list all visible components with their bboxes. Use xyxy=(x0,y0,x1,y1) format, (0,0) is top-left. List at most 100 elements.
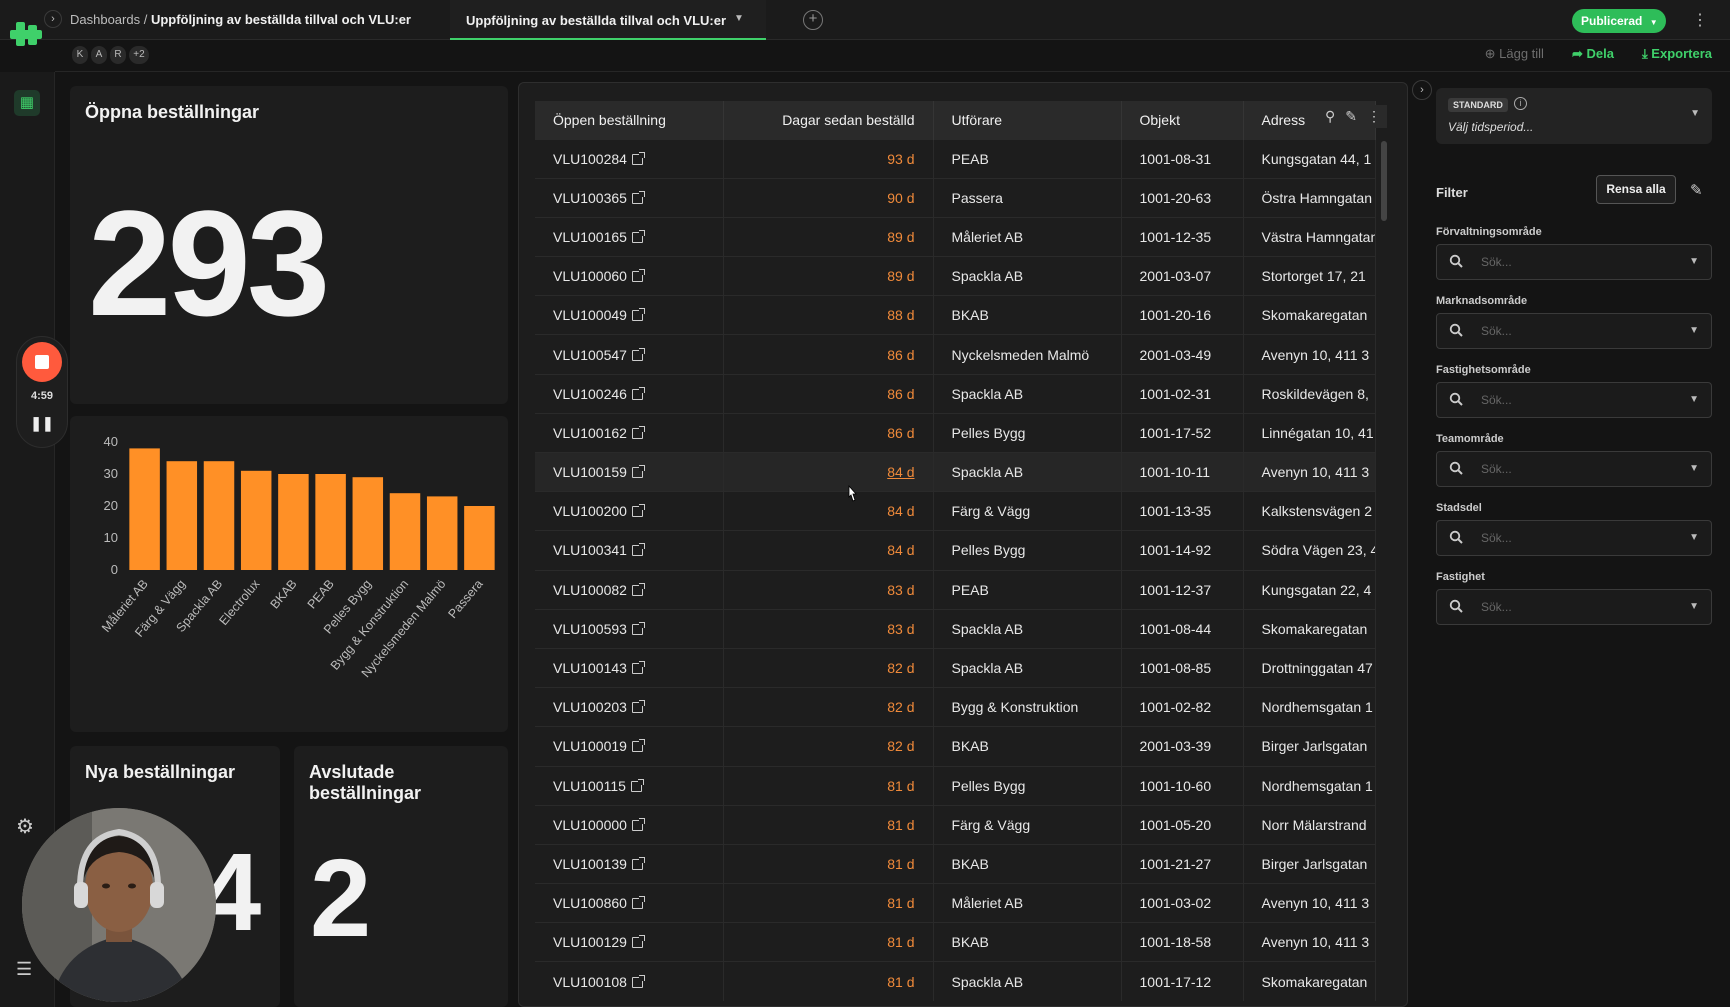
order-id-link[interactable]: VLU100203 xyxy=(535,687,724,727)
table-row[interactable]: VLU100200 84 d Färg & Vägg 1001-13-35 Kalkst… xyxy=(535,491,1376,531)
order-id-link[interactable]: VLU100115 xyxy=(535,765,724,806)
order-id-link-text[interactable]: VLU100365 xyxy=(553,190,627,206)
order-id-link-text[interactable]: VLU100162 xyxy=(553,425,627,441)
table-row[interactable]: VLU100246 86 d Spackla AB 1001-02-31 Roskild… xyxy=(535,373,1376,414)
avatar[interactable]: A xyxy=(91,46,107,64)
table-row[interactable]: VLU100143 82 d Spackla AB 1001-08-85 Drottni… xyxy=(535,647,1376,688)
table-row[interactable]: VLU100082 83 d PEAB 1001-12-37 Kungsgatan 22… xyxy=(535,569,1376,610)
table-row[interactable]: VLU100108 81 d Spackla AB 1001-17-12 Skomaka… xyxy=(535,961,1376,1002)
order-id-link-text[interactable]: VLU100060 xyxy=(553,268,627,284)
table-row[interactable]: VLU100129 81 d BKAB 1001-18-58 Avenyn 10, 41… xyxy=(535,922,1376,962)
time-period-selector[interactable]: STANDARD i Välj tidsperiod... ▼ xyxy=(1436,88,1712,144)
external-link-icon[interactable] xyxy=(631,739,645,753)
order-id-link-text[interactable]: VLU100593 xyxy=(553,621,627,637)
order-id-link[interactable]: VLU100129 xyxy=(535,922,724,962)
bar[interactable] xyxy=(129,448,160,570)
column-header-days[interactable]: Dagar sedan beställd xyxy=(723,101,934,139)
external-link-icon[interactable] xyxy=(631,190,645,204)
column-header-object[interactable]: Objekt xyxy=(1121,101,1244,139)
table-row[interactable]: VLU100139 81 d BKAB 1001-21-27 Birger Jarlsg… xyxy=(535,843,1376,884)
external-link-icon[interactable] xyxy=(631,974,645,988)
order-id-link-text[interactable]: VLU100246 xyxy=(553,386,627,402)
table-row[interactable]: VLU100365 90 d Passera 1001-20-63 Östra Hamn… xyxy=(535,177,1376,218)
order-id-link[interactable]: VLU100284 xyxy=(535,138,724,179)
table-row[interactable]: VLU100203 82 d Bygg & Konstruktion 1001-02-… xyxy=(535,687,1376,727)
filter-search-select[interactable]: Sök... ▼ xyxy=(1436,451,1712,487)
order-id-link[interactable]: VLU100165 xyxy=(535,216,724,257)
order-id-link[interactable]: VLU100060 xyxy=(535,256,724,296)
order-id-link[interactable]: VLU100365 xyxy=(535,177,724,218)
collaborator-avatars[interactable]: K A R +2 xyxy=(72,46,149,64)
external-link-icon[interactable] xyxy=(631,465,645,479)
bar[interactable] xyxy=(426,496,458,570)
order-id-link-text[interactable]: VLU100082 xyxy=(553,582,627,598)
expand-sidebar-button[interactable]: › xyxy=(44,10,62,28)
publish-status-button[interactable]: Publicerad ▼ xyxy=(1572,9,1666,33)
column-header-order[interactable]: Öppen beställning xyxy=(535,101,724,139)
add-tab-button[interactable]: + xyxy=(803,10,823,30)
more-options-icon[interactable]: ⋮ xyxy=(1367,108,1381,125)
external-link-icon[interactable] xyxy=(631,151,645,165)
edit-filters-icon[interactable]: ✎ xyxy=(1690,181,1703,199)
order-id-link[interactable]: VLU100159 xyxy=(535,451,724,492)
table-row[interactable]: VLU100115 81 d Pelles Bygg 1001-10-60 Nordhe… xyxy=(535,765,1376,806)
external-link-icon[interactable] xyxy=(631,504,645,518)
table-row[interactable]: VLU100547 86 d Nyckelsmeden Malmö 2001-03-4… xyxy=(535,334,1376,375)
info-icon[interactable]: i xyxy=(1514,97,1527,110)
external-link-icon[interactable] xyxy=(631,386,645,400)
table-scrollbar[interactable] xyxy=(1381,141,1387,221)
order-id-link-text[interactable]: VLU100139 xyxy=(553,856,627,872)
bar[interactable] xyxy=(352,477,384,570)
order-id-link-text[interactable]: VLU100284 xyxy=(553,151,627,167)
order-id-link[interactable]: VLU100200 xyxy=(535,491,724,531)
order-id-link[interactable]: VLU100246 xyxy=(535,373,724,414)
order-id-link-text[interactable]: VLU100200 xyxy=(553,503,627,519)
table-row[interactable]: VLU100000 81 d Färg & Vägg 1001-05-20 Norr M… xyxy=(535,804,1376,845)
table-row[interactable]: VLU100341 84 d Pelles Bygg 1001-14-92 Södra … xyxy=(535,530,1376,571)
order-id-link-text[interactable]: VLU100000 xyxy=(553,817,627,833)
order-id-link-text[interactable]: VLU100143 xyxy=(553,660,627,676)
order-id-link[interactable]: VLU100082 xyxy=(535,569,724,610)
filter-search-select[interactable]: Sök... ▼ xyxy=(1436,313,1712,349)
bar[interactable] xyxy=(240,470,272,570)
order-id-link[interactable]: VLU100143 xyxy=(535,647,724,688)
clear-all-button[interactable]: Rensa alla xyxy=(1596,175,1676,204)
order-id-link[interactable]: VLU100019 xyxy=(535,726,724,766)
stop-recording-button[interactable] xyxy=(22,342,62,382)
dashboard-grid-icon[interactable]: ▦ xyxy=(14,90,40,116)
order-id-link-text[interactable]: VLU100108 xyxy=(553,974,627,990)
order-id-link-text[interactable]: VLU100860 xyxy=(553,895,627,911)
order-id-link-text[interactable]: VLU100165 xyxy=(553,229,627,245)
avatar[interactable]: K xyxy=(72,46,88,64)
export-button[interactable]: ⤓ Exportera xyxy=(1642,46,1712,62)
order-id-link-text[interactable]: VLU100547 xyxy=(553,347,627,363)
column-header-contractor[interactable]: Utförare xyxy=(933,101,1122,139)
gear-icon[interactable]: ⚙ xyxy=(16,814,34,839)
order-id-link-text[interactable]: VLU100341 xyxy=(553,542,627,558)
more-options-icon[interactable]: ⋮ xyxy=(1692,10,1708,30)
order-id-link[interactable]: VLU100139 xyxy=(535,843,724,884)
order-id-link[interactable]: VLU100000 xyxy=(535,804,724,845)
order-id-link-text[interactable]: VLU100049 xyxy=(553,307,627,323)
filter-search-select[interactable]: Sök... ▼ xyxy=(1436,520,1712,556)
app-logo[interactable] xyxy=(10,22,42,46)
external-link-icon[interactable] xyxy=(631,935,645,949)
chevron-down-icon[interactable]: ▼ xyxy=(734,13,744,24)
table-row[interactable]: VLU100049 88 d BKAB 1001-20-16 Skomakaregata… xyxy=(535,295,1376,335)
order-id-link-text[interactable]: VLU100019 xyxy=(553,738,627,754)
table-row[interactable]: VLU100159 84 d Spackla AB 1001-10-11 Avenyn … xyxy=(535,451,1376,492)
order-id-link[interactable]: VLU100860 xyxy=(535,883,724,923)
table-row[interactable]: VLU100019 82 d BKAB 2001-03-39 Birger Jarlsg… xyxy=(535,726,1376,766)
order-id-link[interactable]: VLU100593 xyxy=(535,608,724,649)
order-id-link[interactable]: VLU100162 xyxy=(535,412,724,453)
bar[interactable] xyxy=(278,474,309,570)
order-id-link[interactable]: VLU100049 xyxy=(535,295,724,335)
collapse-filter-panel-button[interactable]: › xyxy=(1412,80,1432,100)
list-icon[interactable]: ☰ xyxy=(16,959,32,980)
avatar-overflow[interactable]: +2 xyxy=(129,46,149,64)
avatar[interactable]: R xyxy=(110,46,126,64)
external-link-icon[interactable] xyxy=(631,621,645,635)
external-link-icon[interactable] xyxy=(631,425,645,439)
table-row[interactable]: VLU100860 81 d Måleriet AB 1001-03-02 Avenyn… xyxy=(535,883,1376,923)
table-row[interactable]: VLU100060 89 d Spackla AB 2001-03-07 Stortor… xyxy=(535,256,1376,296)
